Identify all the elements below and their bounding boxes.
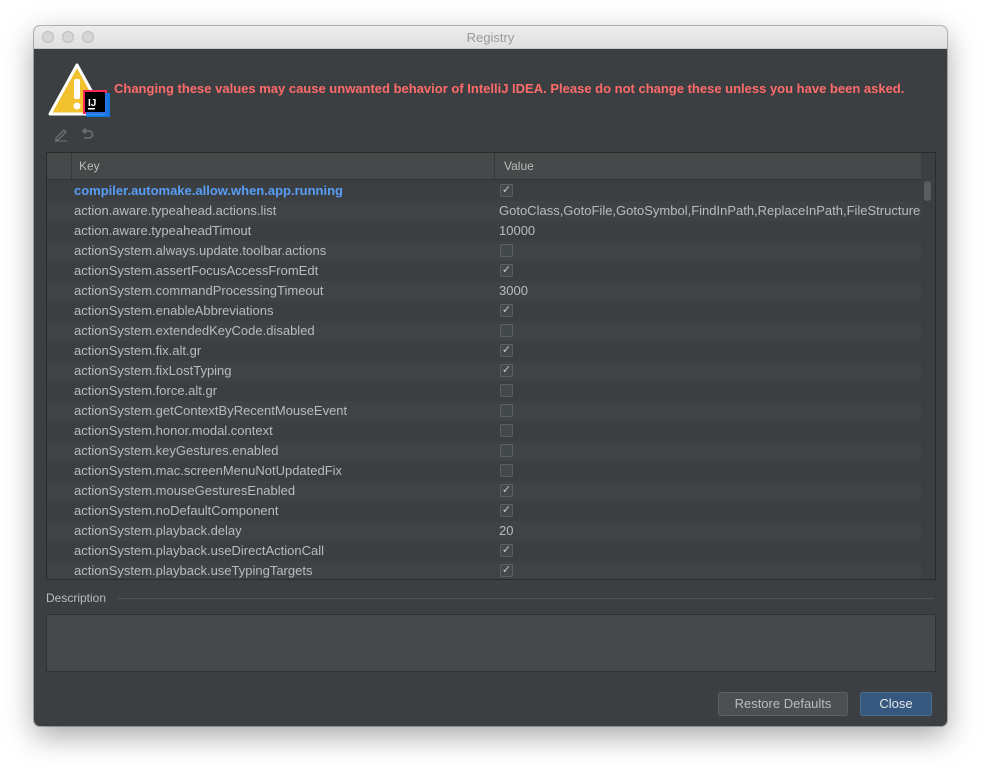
vertical-scrollbar[interactable] <box>921 153 935 579</box>
warning-icon: IJ <box>48 63 110 117</box>
window-title: Registry <box>466 30 515 45</box>
row-key: action.aware.typeahead.actions.list <box>74 203 277 218</box>
row-key: actionSystem.keyGestures.enabled <box>74 443 279 458</box>
table-row[interactable]: compiler.automake.allow.when.app.running… <box>47 181 921 201</box>
header-gutter <box>47 153 72 179</box>
checkbox-unchecked[interactable] <box>500 424 513 437</box>
checkbox-checked[interactable]: ✓ <box>500 484 513 497</box>
row-key: actionSystem.extendedKeyCode.disabled <box>74 323 315 338</box>
column-header-key[interactable]: Key <box>71 153 495 179</box>
checkbox-unchecked[interactable] <box>500 384 513 397</box>
table-row[interactable]: actionSystem.playback.delay 20 <box>47 521 921 541</box>
table-header: Key Value <box>47 153 921 180</box>
table-body: compiler.automake.allow.when.app.running… <box>47 181 921 579</box>
row-key: actionSystem.always.update.toolbar.actio… <box>74 243 327 258</box>
checkbox-checked[interactable]: ✓ <box>500 544 513 557</box>
description-separator <box>118 598 934 599</box>
table-row[interactable]: actionSystem.assertFocusAccessFromEdt ✓ <box>47 261 921 281</box>
checkbox-checked[interactable]: ✓ <box>500 304 513 317</box>
row-key: actionSystem.commandProcessingTimeout <box>74 283 324 298</box>
description-label: Description <box>46 591 107 605</box>
row-key: actionSystem.force.alt.gr <box>74 383 218 398</box>
checkbox-unchecked[interactable] <box>500 464 513 477</box>
checkbox-unchecked[interactable] <box>500 244 513 257</box>
table-row[interactable]: actionSystem.mouseGesturesEnabled ✓ <box>47 481 921 501</box>
table-row[interactable]: actionSystem.commandProcessingTimeout 300… <box>47 281 921 301</box>
column-header-value[interactable]: Value <box>496 153 921 179</box>
svg-text:IJ: IJ <box>88 98 96 109</box>
title-bar[interactable]: Registry <box>34 26 947 49</box>
table-row[interactable]: actionSystem.noDefaultComponent ✓ <box>47 501 921 521</box>
table-row[interactable]: actionSystem.extendedKeyCode.disabled <box>47 321 921 341</box>
table-row[interactable]: actionSystem.playback.useDirectActionCal… <box>47 541 921 561</box>
checkbox-unchecked[interactable] <box>500 404 513 417</box>
row-key: compiler.automake.allow.when.app.running <box>74 183 343 198</box>
row-value[interactable]: 10000 <box>499 221 921 241</box>
row-value[interactable]: 3000 <box>499 281 921 301</box>
table-row[interactable]: action.aware.typeaheadTimout 10000 <box>47 221 921 241</box>
checkbox-checked[interactable]: ✓ <box>500 364 513 377</box>
table-row[interactable]: actionSystem.mac.screenMenuNotUpdatedFix <box>47 461 921 481</box>
row-key: actionSystem.honor.modal.context <box>74 423 273 438</box>
restore-defaults-button[interactable]: Restore Defaults <box>718 692 848 716</box>
row-key: actionSystem.playback.useTypingTargets <box>74 563 313 578</box>
row-key: actionSystem.mouseGesturesEnabled <box>74 483 296 498</box>
row-value[interactable]: GotoClass,GotoFile,GotoSymbol,FindInPath… <box>499 201 921 221</box>
table-row[interactable]: actionSystem.fix.alt.gr ✓ <box>47 341 921 361</box>
table-row[interactable]: actionSystem.force.alt.gr <box>47 381 921 401</box>
checkbox-checked[interactable]: ✓ <box>500 264 513 277</box>
table-row[interactable]: actionSystem.enableAbbreviations ✓ <box>47 301 921 321</box>
table-row[interactable]: action.aware.typeahead.actions.list GotoC… <box>47 201 921 221</box>
row-key: actionSystem.mac.screenMenuNotUpdatedFix <box>74 463 343 478</box>
row-key: actionSystem.enableAbbreviations <box>74 303 274 318</box>
undo-icon[interactable] <box>79 126 95 142</box>
checkbox-checked[interactable]: ✓ <box>500 564 513 577</box>
row-value[interactable]: 20 <box>499 521 921 541</box>
table-row[interactable]: actionSystem.honor.modal.context <box>47 421 921 441</box>
row-key: actionSystem.noDefaultComponent <box>74 503 279 518</box>
table-row[interactable]: actionSystem.always.update.toolbar.actio… <box>47 241 921 261</box>
row-key: actionSystem.getContextByRecentMouseEven… <box>74 403 348 418</box>
table-row[interactable]: actionSystem.getContextByRecentMouseEven… <box>47 401 921 421</box>
description-area <box>46 614 936 672</box>
table-row[interactable]: actionSystem.fixLostTyping ✓ <box>47 361 921 381</box>
checkbox-unchecked[interactable] <box>500 324 513 337</box>
table-row[interactable]: actionSystem.playback.useTypingTargets ✓ <box>47 561 921 579</box>
row-key: actionSystem.playback.useDirectActionCal… <box>74 543 324 558</box>
checkbox-unchecked[interactable] <box>500 444 513 457</box>
scrollbar-thumb[interactable] <box>924 181 931 201</box>
checkbox-checked[interactable]: ✓ <box>500 184 513 197</box>
registry-dialog: Registry IJ Changing these values may ca… <box>34 26 947 726</box>
row-key: actionSystem.fix.alt.gr <box>74 343 202 358</box>
table-row[interactable]: actionSystem.keyGestures.enabled <box>47 441 921 461</box>
row-key: actionSystem.assertFocusAccessFromEdt <box>74 263 319 278</box>
warning-message: Changing these values may cause unwanted… <box>114 81 905 96</box>
checkbox-checked[interactable]: ✓ <box>500 504 513 517</box>
row-key: actionSystem.playback.delay <box>74 523 242 538</box>
row-key: actionSystem.fixLostTyping <box>74 363 232 378</box>
close-button[interactable]: Close <box>860 692 932 716</box>
row-key: action.aware.typeaheadTimout <box>74 223 252 238</box>
pencil-icon[interactable] <box>53 126 69 142</box>
checkbox-checked[interactable]: ✓ <box>500 344 513 357</box>
registry-table: Key Value compiler.automake.allow.when.a… <box>46 152 936 580</box>
